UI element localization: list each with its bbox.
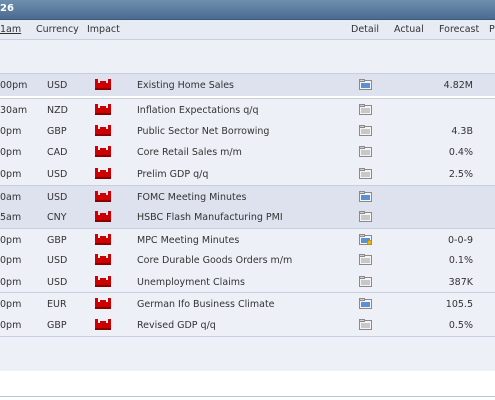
event-currency: USD bbox=[47, 255, 68, 266]
event-row[interactable]: 0pm GBP MPC Meeting Minutes 0-0-9 bbox=[0, 228, 495, 251]
high-impact-icon bbox=[95, 298, 111, 309]
high-impact-icon bbox=[95, 276, 111, 287]
header-actual: Actual bbox=[394, 24, 424, 35]
high-impact-icon bbox=[95, 168, 111, 179]
event-currency: GBP bbox=[47, 126, 67, 137]
high-impact-icon bbox=[95, 254, 111, 265]
event-time: 0pm bbox=[0, 235, 22, 246]
event-forecast: 0.5% bbox=[448, 320, 473, 331]
event-currency: NZD bbox=[47, 105, 68, 116]
event-currency: EUR bbox=[47, 299, 67, 310]
event-row[interactable]: 0pm USD Unemployment Claims 387K bbox=[0, 271, 495, 293]
event-name: Prelim GDP q/q bbox=[137, 169, 209, 180]
event-time: 0am bbox=[0, 192, 22, 203]
event-row[interactable]: 0pm GBP Revised GDP q/q 0.5% bbox=[0, 314, 495, 336]
event-time: 30am bbox=[0, 105, 28, 116]
event-row[interactable]: 0pm USD Prelim GDP q/q 2.5% bbox=[0, 163, 495, 185]
header-previous: P bbox=[489, 24, 495, 35]
detail-blue-icon[interactable] bbox=[359, 79, 372, 90]
event-forecast: 0.4% bbox=[448, 147, 473, 158]
event-currency: USD bbox=[47, 277, 68, 288]
event-currency: GBP bbox=[47, 320, 67, 331]
event-forecast: 0-0-9 bbox=[448, 235, 473, 246]
event-currency: GBP bbox=[47, 235, 67, 246]
event-time: 5am bbox=[0, 212, 22, 223]
event-forecast: 387K bbox=[448, 277, 473, 288]
event-currency: CAD bbox=[47, 147, 68, 158]
detail-blue-icon[interactable] bbox=[359, 298, 372, 309]
header-detail: Detail bbox=[351, 24, 379, 35]
event-time: 0pm bbox=[0, 255, 22, 266]
detail-gray-icon[interactable] bbox=[359, 104, 372, 115]
column-header-row: 1am Currency Impact Detail Actual Foreca… bbox=[0, 20, 495, 40]
high-impact-icon bbox=[95, 191, 111, 202]
header-forecast: Forecast bbox=[439, 24, 480, 35]
event-name: Revised GDP q/q bbox=[137, 320, 216, 331]
event-time: 0pm bbox=[0, 147, 22, 158]
event-forecast: 4.3B bbox=[451, 126, 473, 137]
event-name: MPC Meeting Minutes bbox=[137, 235, 240, 246]
event-name: Inflation Expectations q/q bbox=[137, 105, 259, 116]
detail-blue-icon[interactable] bbox=[359, 191, 372, 202]
event-time: 0pm bbox=[0, 299, 22, 310]
detail-gray-icon[interactable] bbox=[359, 168, 372, 179]
day-spacer bbox=[0, 40, 495, 73]
event-row[interactable]: 0pm CAD Core Retail Sales m/m 0.4% bbox=[0, 141, 495, 163]
event-name: FOMC Meeting Minutes bbox=[137, 192, 247, 203]
event-time: 0pm bbox=[0, 126, 22, 137]
event-row[interactable]: 0pm EUR German Ifo Business Climate 105.… bbox=[0, 292, 495, 315]
event-currency: USD bbox=[47, 80, 68, 91]
event-row[interactable]: 0pm USD Core Durable Goods Orders m/m 0.… bbox=[0, 249, 495, 271]
event-name: Unemployment Claims bbox=[137, 277, 245, 288]
high-impact-icon bbox=[95, 104, 111, 115]
high-impact-icon bbox=[95, 146, 111, 157]
header-time[interactable]: 1am bbox=[0, 24, 21, 35]
event-currency: USD bbox=[47, 169, 68, 180]
event-time: 0pm bbox=[0, 169, 22, 180]
event-time: 0pm bbox=[0, 277, 22, 288]
header-currency: Currency bbox=[36, 24, 79, 35]
event-name: Core Retail Sales m/m bbox=[137, 147, 242, 158]
event-name: Existing Home Sales bbox=[137, 80, 235, 91]
high-impact-icon bbox=[95, 319, 111, 330]
event-row[interactable]: 00pm USD Existing Home Sales 4.82M bbox=[0, 73, 495, 96]
event-name: Public Sector Net Borrowing bbox=[137, 126, 270, 137]
event-forecast: 0.1% bbox=[448, 255, 473, 266]
event-name: German Ifo Business Climate bbox=[137, 299, 275, 310]
event-time: 0pm bbox=[0, 320, 22, 331]
high-impact-icon bbox=[95, 211, 111, 222]
event-name: Core Durable Goods Orders m/m bbox=[137, 255, 293, 266]
calendar-date-title: 26 bbox=[0, 3, 14, 14]
event-forecast: 4.82M bbox=[443, 80, 473, 91]
calendar-title-bar: 26 bbox=[0, 0, 495, 20]
bottom-divider bbox=[0, 396, 495, 397]
high-impact-icon bbox=[95, 125, 111, 136]
event-row[interactable]: 0am USD FOMC Meeting Minutes bbox=[0, 185, 495, 208]
detail-gray-icon[interactable] bbox=[359, 146, 372, 157]
detail-gray-icon[interactable] bbox=[359, 276, 372, 287]
detail-gray-icon[interactable] bbox=[359, 319, 372, 330]
event-currency: CNY bbox=[47, 212, 67, 223]
event-time: 00pm bbox=[0, 80, 28, 91]
detail-gray-icon[interactable] bbox=[359, 125, 372, 136]
table-footer bbox=[0, 336, 495, 371]
high-impact-icon bbox=[95, 79, 111, 90]
detail-gray-icon[interactable] bbox=[359, 254, 372, 265]
event-row[interactable]: 0pm GBP Public Sector Net Borrowing 4.3B bbox=[0, 120, 495, 142]
event-forecast: 105.5 bbox=[445, 299, 473, 310]
event-row[interactable]: 5am CNY HSBC Flash Manufacturing PMI bbox=[0, 206, 495, 228]
event-name: HSBC Flash Manufacturing PMI bbox=[137, 212, 283, 223]
detail-gray-icon[interactable] bbox=[359, 211, 372, 222]
event-currency: USD bbox=[47, 192, 68, 203]
detail-star-icon[interactable] bbox=[359, 234, 372, 245]
event-row[interactable]: 30am NZD Inflation Expectations q/q bbox=[0, 98, 495, 121]
high-impact-icon bbox=[95, 234, 111, 245]
event-forecast: 2.5% bbox=[448, 169, 473, 180]
header-impact: Impact bbox=[87, 24, 120, 35]
